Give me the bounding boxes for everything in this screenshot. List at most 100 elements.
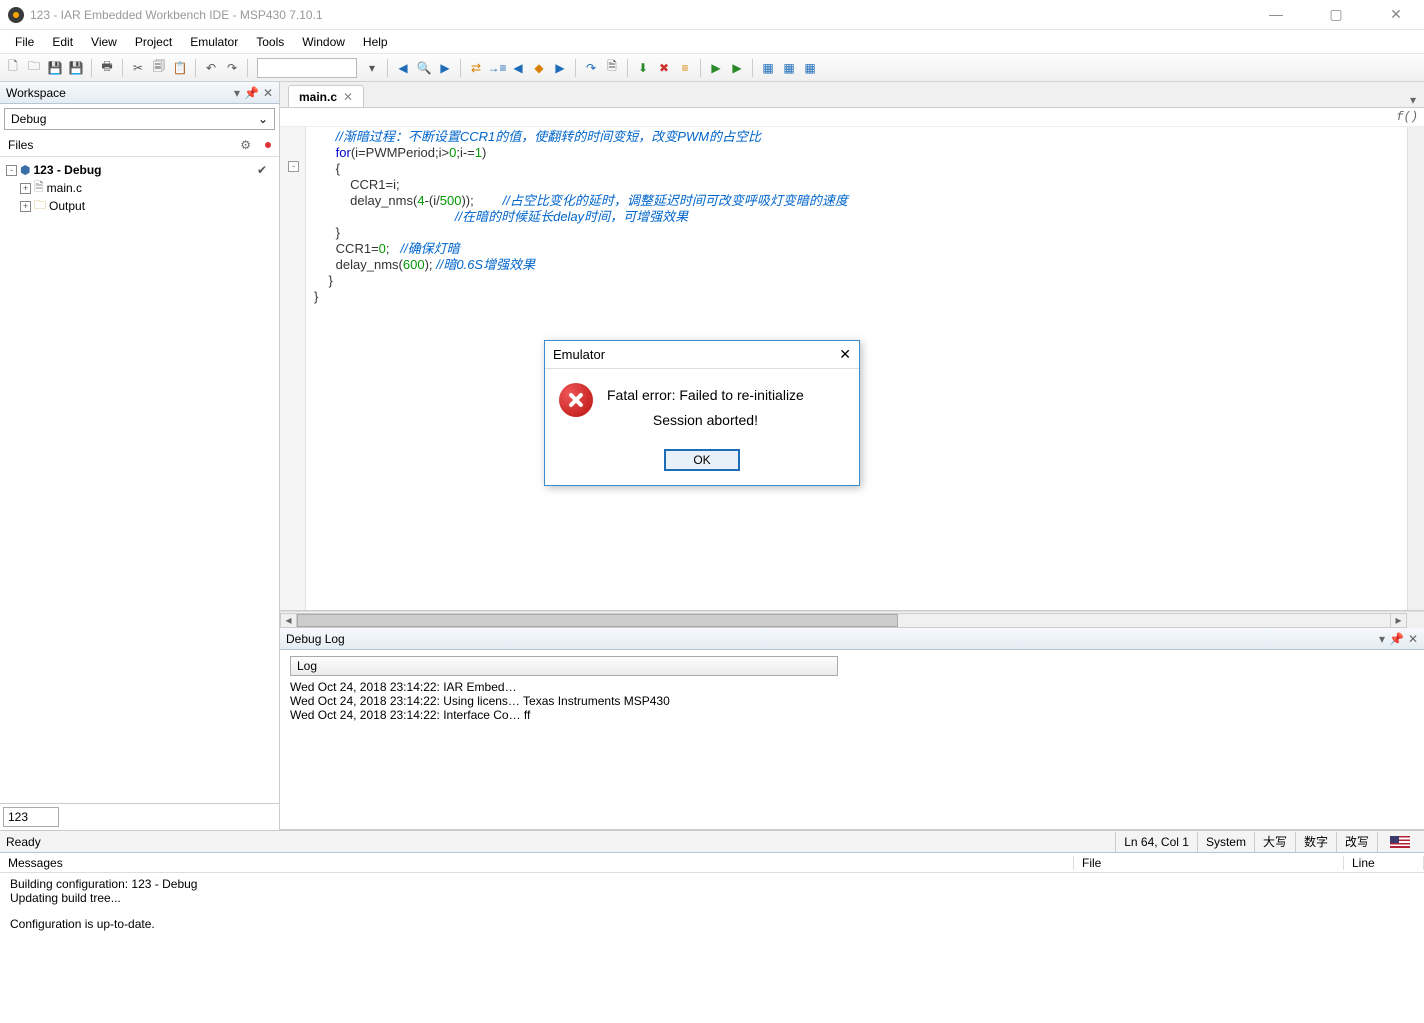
step-over-icon[interactable]: ↷ [582, 59, 600, 77]
status-num: 数字 [1295, 832, 1336, 852]
scroll-right-icon[interactable]: ▸ [1390, 613, 1407, 628]
find-combo[interactable] [257, 58, 357, 78]
build-line: Updating build tree... [10, 891, 1414, 905]
project-icon: ⬢ [20, 163, 30, 177]
run-to-icon[interactable]: ▶ [728, 59, 746, 77]
close-button[interactable]: ✕ [1376, 6, 1416, 23]
minimize-button[interactable]: — [1256, 6, 1296, 23]
scroll-thumb[interactable] [297, 614, 898, 627]
log-lines[interactable]: Wed Oct 24, 2018 23:14:22: IAR Embed…Wed… [290, 680, 1414, 722]
watch-icon[interactable]: ▦ [801, 59, 819, 77]
menu-tools[interactable]: Tools [247, 32, 293, 52]
replace-icon[interactable]: ⇄ [467, 59, 485, 77]
memory-icon[interactable]: ▦ [759, 59, 777, 77]
save-icon[interactable]: 💾 [46, 59, 64, 77]
stop-debug-icon[interactable]: ✖ [655, 59, 673, 77]
panel-menu-icon[interactable]: ▾ [234, 86, 240, 100]
download-icon[interactable]: ⬇ [634, 59, 652, 77]
toolbar-separator [91, 59, 92, 77]
fold-icon[interactable]: - [288, 161, 299, 172]
folder-icon: 🗀 [34, 196, 46, 217]
vertical-scrollbar[interactable] [1407, 127, 1424, 610]
bookmark-icon[interactable]: ◆ [530, 59, 548, 77]
cut-icon[interactable]: ✂ [129, 59, 147, 77]
files-header: Files ⚙ [0, 134, 279, 157]
workspace-header: Workspace ▾ 📌 ✕ [0, 82, 279, 104]
status-system: System [1197, 832, 1254, 852]
toolbar-separator [387, 59, 388, 77]
status-ovr: 改写 [1336, 832, 1377, 852]
workspace-title: Workspace [6, 86, 66, 100]
file-tree[interactable]: - ⬢ 123 - Debug ✔ + 🗎 main.c + 🗀 Output [0, 157, 279, 803]
expand-icon[interactable]: + [20, 183, 31, 194]
open-file-icon[interactable]: 🗀 [25, 59, 43, 77]
menu-help[interactable]: Help [354, 32, 397, 52]
nav-fwd-icon[interactable]: ▶ [436, 59, 454, 77]
dialog-message-1: Fatal error: Failed to re-initialize [607, 383, 804, 408]
scroll-left-icon[interactable]: ◂ [280, 613, 297, 628]
redo-icon[interactable]: ↷ [223, 59, 241, 77]
break-icon[interactable]: ≡ [676, 59, 694, 77]
workspace-tab[interactable] [3, 807, 59, 827]
menu-edit[interactable]: Edit [43, 32, 82, 52]
toolbar-separator [195, 59, 196, 77]
menu-file[interactable]: File [6, 32, 43, 52]
dropdown-icon[interactable]: ▾ [363, 59, 381, 77]
bookmark-next-icon[interactable]: ▶ [551, 59, 569, 77]
build-messages[interactable]: Building configuration: 123 - Debug Upda… [0, 873, 1424, 1023]
col-file: File [1074, 856, 1344, 870]
window-title: 123 - IAR Embedded Workbench IDE - MSP43… [30, 8, 323, 22]
horizontal-scrollbar[interactable]: ◂ ▸ [280, 611, 1424, 628]
config-value: Debug [11, 112, 46, 126]
paste-icon[interactable]: 📋 [171, 59, 189, 77]
nav-back-icon[interactable]: ◀ [394, 59, 412, 77]
panel-menu-icon[interactable]: ▾ [1379, 632, 1385, 646]
toolbar-separator [752, 59, 753, 77]
menu-bar: File Edit View Project Emulator Tools Wi… [0, 30, 1424, 54]
find-icon[interactable]: 🔍 [415, 59, 433, 77]
workspace-footer [0, 803, 279, 830]
output-node[interactable]: Output [49, 199, 85, 213]
check-icon: ✔ [257, 163, 267, 177]
toolbar-separator [460, 59, 461, 77]
copy-icon[interactable]: 🗐 [150, 59, 168, 77]
dialog-message-2: Session aborted! [607, 408, 804, 433]
col-line: Line [1344, 856, 1424, 870]
tab-main-c[interactable]: main.c ✕ [288, 85, 364, 107]
config-dropdown[interactable]: Debug ⌄ [4, 108, 275, 130]
tab-menu-icon[interactable]: ▾ [1410, 93, 1424, 107]
expand-icon[interactable]: + [20, 201, 31, 212]
toolbar-separator [247, 59, 248, 77]
save-all-icon[interactable]: 💾 [67, 59, 85, 77]
emulator-error-dialog: Emulator ✕ Fatal error: Failed to re-ini… [544, 340, 860, 486]
print-icon[interactable]: 🖶 [98, 59, 116, 77]
goto-icon[interactable]: →≡ [488, 59, 506, 77]
close-tab-icon[interactable]: ✕ [343, 90, 353, 104]
project-node[interactable]: 123 - Debug [33, 163, 101, 177]
compile-icon[interactable]: 🗎 [603, 59, 621, 77]
pin-icon[interactable]: 📌 [1389, 632, 1404, 646]
collapse-icon[interactable]: - [6, 165, 17, 176]
undo-icon[interactable]: ↶ [202, 59, 220, 77]
new-file-icon[interactable]: 🗋 [4, 59, 22, 77]
status-dot-icon [265, 142, 271, 148]
close-panel-icon[interactable]: ✕ [263, 86, 273, 100]
menu-project[interactable]: Project [126, 32, 181, 52]
run-icon[interactable]: ▶ [707, 59, 725, 77]
menu-view[interactable]: View [82, 32, 126, 52]
registers-icon[interactable]: ▦ [780, 59, 798, 77]
ime-indicator[interactable] [1377, 832, 1418, 852]
file-node[interactable]: main.c [47, 181, 82, 195]
bookmark-prev-icon[interactable]: ◀ [509, 59, 527, 77]
menu-emulator[interactable]: Emulator [181, 32, 247, 52]
ok-button[interactable]: OK [664, 449, 740, 471]
files-label: Files [8, 138, 33, 152]
toolbar-separator [627, 59, 628, 77]
toolbar-separator [575, 59, 576, 77]
close-panel-icon[interactable]: ✕ [1408, 632, 1418, 646]
gear-icon[interactable]: ⚙ [240, 138, 251, 152]
dialog-close-icon[interactable]: ✕ [839, 346, 851, 363]
pin-icon[interactable]: 📌 [244, 86, 259, 100]
menu-window[interactable]: Window [293, 32, 354, 52]
maximize-button[interactable]: ▢ [1316, 6, 1356, 23]
